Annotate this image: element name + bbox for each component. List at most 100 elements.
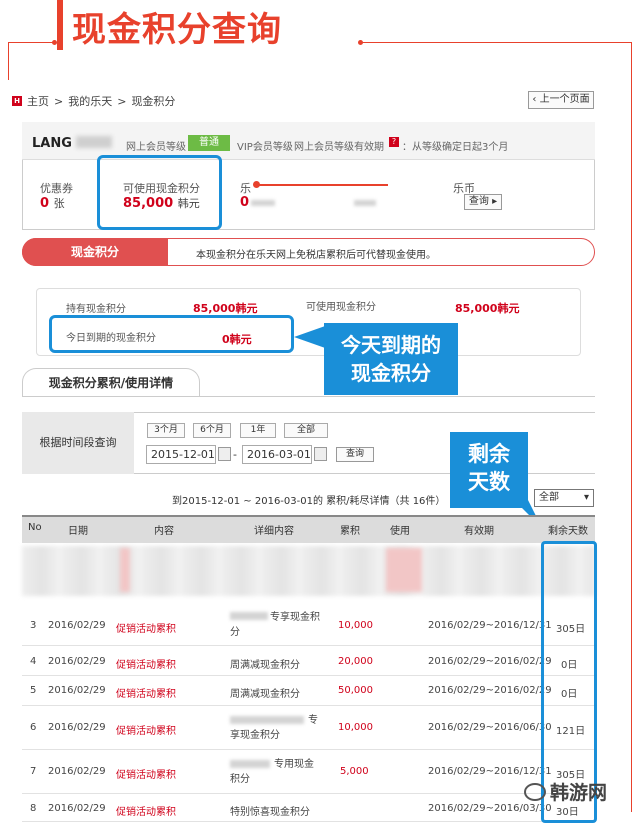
blurred-rows	[386, 548, 422, 592]
row-date: 2016/02/29	[48, 803, 106, 814]
row-detail: 周满减现金积分	[230, 660, 300, 671]
usable-label: 可使用现金积分	[306, 302, 376, 313]
chat-bubble-icon	[524, 782, 546, 801]
calendar-icon[interactable]	[314, 447, 327, 461]
grade-badge: 普通	[188, 135, 230, 151]
row-date: 2016/02/29	[48, 620, 106, 631]
row-content: 促销活动累积	[116, 624, 176, 635]
frame-line	[360, 42, 632, 43]
row-detail: 专享现金积 分	[230, 612, 320, 638]
vip-label: VIP会员等级	[237, 142, 293, 153]
tab-points-details[interactable]: 现金积分累积/使用详情	[22, 368, 200, 396]
breadcrumb-cash-points: 现金积分	[131, 95, 176, 108]
row-no: 5	[30, 685, 37, 696]
col-content: 内容	[154, 526, 174, 537]
row-valid: 2016/02/29~2016/12/31	[428, 620, 552, 631]
table-header	[22, 515, 595, 543]
prev-page-button[interactable]: ‹ 上一个页面	[528, 91, 594, 109]
breadcrumb-sep: >	[54, 94, 64, 108]
lecoin-query-button[interactable]: 查询 ▸	[464, 194, 502, 210]
row-accum: 10,000	[338, 620, 373, 631]
period-all-button[interactable]: 全部	[284, 423, 328, 438]
blurred-rows	[120, 548, 130, 592]
end-date-input[interactable]: 2016-03-01	[242, 445, 312, 464]
row-content: 促销活动累积	[116, 770, 176, 781]
breadcrumb: H 主页 > 我的乐天 > 现金积分	[12, 93, 175, 109]
user-name: LANG	[32, 136, 72, 151]
col-valid: 有效期	[464, 526, 494, 537]
period-6m-button[interactable]: 6个月	[193, 423, 231, 438]
col-use: 使用	[390, 526, 410, 537]
breadcrumb-home[interactable]: 主页	[27, 93, 49, 109]
row-detail: 专用现金 积分	[230, 759, 314, 785]
row-valid: 2016/02/29~2016/12/31	[428, 766, 552, 777]
date-dash: -	[233, 448, 237, 461]
start-date-input[interactable]: 2015-12-01	[146, 445, 216, 464]
coupon-label: 优惠券	[40, 182, 73, 195]
period-1y-button[interactable]: 1年	[240, 423, 276, 438]
row-detail: 特别惊喜现金积分	[230, 807, 310, 818]
blurred-rows	[22, 546, 595, 596]
col-accum: 累积	[340, 526, 360, 537]
today-expire-callout: 今天到期的 现金积分	[324, 323, 458, 395]
calendar-icon[interactable]	[218, 447, 231, 461]
row-no: 7	[30, 766, 37, 777]
validity-value: ：从等级确定日起3个月	[402, 142, 509, 153]
blurred-text	[354, 200, 376, 206]
coupon-value[interactable]: 0 张	[40, 195, 65, 211]
row-accum: 20,000	[338, 656, 373, 667]
row-date: 2016/02/29	[48, 685, 106, 696]
query-button[interactable]: 查询	[336, 447, 374, 462]
breadcrumb-my-lotte[interactable]: 我的乐天	[68, 93, 112, 109]
frame-dot	[52, 40, 57, 45]
cash-points-tab[interactable]: 现金积分	[22, 238, 168, 266]
range-summary: 到2015-12-01 ~ 2016-03-01的 累积/耗尽详情（共 16件）	[172, 496, 446, 507]
row-content: 促销活动累积	[116, 726, 176, 737]
row-date: 2016/02/29	[48, 766, 106, 777]
row-valid: 2016/02/29~2016/06/30	[428, 722, 552, 733]
breadcrumb-sep: >	[117, 94, 127, 108]
callout-pointer	[294, 325, 328, 349]
row-accum: 5,000	[340, 766, 369, 777]
row-no: 4	[30, 656, 37, 667]
frame-line	[8, 42, 54, 43]
remaining-days-callout: 剩余 天数	[450, 432, 528, 508]
row-no: 6	[30, 722, 37, 733]
user-name-blurred	[76, 136, 112, 148]
watermark-text: 韩游网	[550, 782, 608, 804]
row-accum: 50,000	[338, 685, 373, 696]
frame-line	[631, 42, 632, 812]
cash-points-desc: 本现金积分在乐天网上免税店累积后可代替现金使用。	[196, 250, 436, 261]
page-title: 现金积分查询	[72, 10, 282, 50]
validity-label: 网上会员等级有效期	[294, 142, 384, 153]
row-content: 促销活动累积	[116, 689, 176, 700]
grade-label: 网上会员等级	[126, 142, 186, 153]
annotation-line	[256, 184, 388, 186]
points-label: 乐	[240, 182, 251, 195]
help-icon[interactable]: ?	[389, 137, 399, 148]
frame-dot	[358, 40, 363, 45]
usable-value: 85,000韩元	[455, 302, 520, 315]
expire-highlight-box	[49, 315, 294, 353]
held-value: 85,000韩元	[193, 302, 258, 315]
blurred-text	[251, 200, 275, 206]
row-no: 8	[30, 803, 37, 814]
frame-line	[8, 42, 9, 80]
period-3m-button[interactable]: 3个月	[147, 423, 185, 438]
row-date: 2016/02/29	[48, 722, 106, 733]
period-filter-label: 根据时间段查询	[22, 412, 134, 474]
row-valid: 2016/02/29~2016/02/29	[428, 685, 552, 696]
row-content: 促销活动累积	[116, 807, 176, 818]
col-detail: 详细内容	[254, 526, 294, 537]
row-detail: 专 享现金积分	[230, 715, 318, 741]
row-date: 2016/02/29	[48, 656, 106, 667]
held-label: 持有现金积分	[66, 304, 126, 315]
points-value: 0	[240, 195, 250, 210]
home-icon[interactable]: H	[12, 96, 22, 106]
tab-underline	[22, 396, 595, 397]
title-accent-bar	[57, 0, 63, 50]
type-select[interactable]: 全部 ▾	[534, 489, 594, 507]
col-remaining: 剩余天数	[548, 526, 588, 537]
row-no: 3	[30, 620, 37, 631]
row-valid: 2016/02/29~2016/02/29	[428, 656, 552, 667]
